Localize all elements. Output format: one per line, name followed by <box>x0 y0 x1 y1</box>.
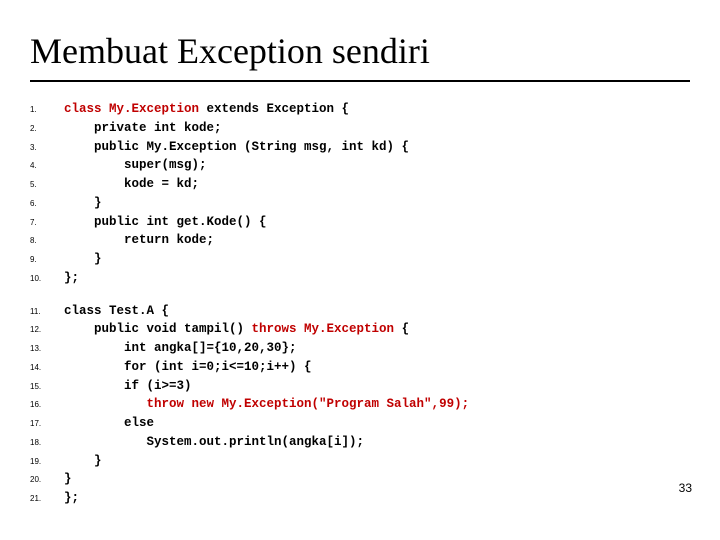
code-text: }; <box>64 269 79 288</box>
line-number: 17. <box>30 415 64 430</box>
code-text: kode = kd; <box>64 175 199 194</box>
line-number: 8. <box>30 232 64 247</box>
code-text: if (i>=3) <box>64 377 192 396</box>
slide: Membuat Exception sendiri 1.class My.Exc… <box>0 0 720 540</box>
code-text: }; <box>64 489 79 508</box>
code-line: 10.}; <box>30 269 690 288</box>
code-line: 2. private int kode; <box>30 119 690 138</box>
line-number: 5. <box>30 176 64 191</box>
code-text: class Test.A { <box>64 302 169 321</box>
line-number: 21. <box>30 490 64 505</box>
line-number: 11. <box>30 303 64 318</box>
code-line: 15. if (i>=3) <box>30 377 690 396</box>
line-number: 2. <box>30 120 64 135</box>
code-line: 12. public void tampil() throws My.Excep… <box>30 320 690 339</box>
code-text: public My.Exception (String msg, int kd)… <box>64 138 409 157</box>
line-number: 10. <box>30 270 64 285</box>
code-line: 5. kode = kd; <box>30 175 690 194</box>
code-line: 3. public My.Exception (String msg, int … <box>30 138 690 157</box>
line-number: 18. <box>30 434 64 449</box>
code-line: 13. int angka[]={10,20,30}; <box>30 339 690 358</box>
line-number: 15. <box>30 378 64 393</box>
code-text: } <box>64 470 72 489</box>
slide-title: Membuat Exception sendiri <box>30 30 690 72</box>
code-line: 6. } <box>30 194 690 213</box>
code-block-1: 1.class My.Exception extends Exception {… <box>30 100 690 288</box>
code-text: super(msg); <box>64 156 207 175</box>
code-line: 14. for (int i=0;i<=10;i++) { <box>30 358 690 377</box>
code-text: private int kode; <box>64 119 222 138</box>
code-line: 8. return kode; <box>30 231 690 250</box>
line-number: 7. <box>30 214 64 229</box>
title-underline <box>30 80 690 82</box>
line-number: 20. <box>30 471 64 486</box>
code-line: 11.class Test.A { <box>30 302 690 321</box>
code-text: } <box>64 452 102 471</box>
code-text: } <box>64 194 102 213</box>
code-text: class My.Exception extends Exception { <box>64 100 349 119</box>
line-number: 13. <box>30 340 64 355</box>
code-text: int angka[]={10,20,30}; <box>64 339 297 358</box>
code-line: 9. } <box>30 250 690 269</box>
line-number: 16. <box>30 396 64 411</box>
code-line: 18. System.out.println(angka[i]); <box>30 433 690 452</box>
code-block-2: 11.class Test.A {12. public void tampil(… <box>30 302 690 508</box>
line-number: 9. <box>30 251 64 266</box>
line-number: 14. <box>30 359 64 374</box>
line-number: 3. <box>30 139 64 154</box>
code-line: 16. throw new My.Exception("Program Sala… <box>30 395 690 414</box>
line-number: 6. <box>30 195 64 210</box>
line-number: 4. <box>30 157 64 172</box>
code-line: 19. } <box>30 452 690 471</box>
line-number: 12. <box>30 321 64 336</box>
code-line: 17. else <box>30 414 690 433</box>
code-line: 4. super(msg); <box>30 156 690 175</box>
code-line: 20.} <box>30 470 690 489</box>
line-number: 1. <box>30 101 64 116</box>
code-text: return kode; <box>64 231 214 250</box>
page-number: 33 <box>679 481 692 495</box>
code-text: throw new My.Exception("Program Salah",9… <box>64 395 469 414</box>
code-text: public int get.Kode() { <box>64 213 267 232</box>
code-line: 1.class My.Exception extends Exception { <box>30 100 690 119</box>
block-gap <box>30 288 690 302</box>
code-text: else <box>64 414 154 433</box>
code-line: 7. public int get.Kode() { <box>30 213 690 232</box>
code-text: } <box>64 250 102 269</box>
code-text: for (int i=0;i<=10;i++) { <box>64 358 312 377</box>
line-number: 19. <box>30 453 64 468</box>
code-line: 21.}; <box>30 489 690 508</box>
code-text: public void tampil() throws My.Exception… <box>64 320 409 339</box>
code-text: System.out.println(angka[i]); <box>64 433 364 452</box>
